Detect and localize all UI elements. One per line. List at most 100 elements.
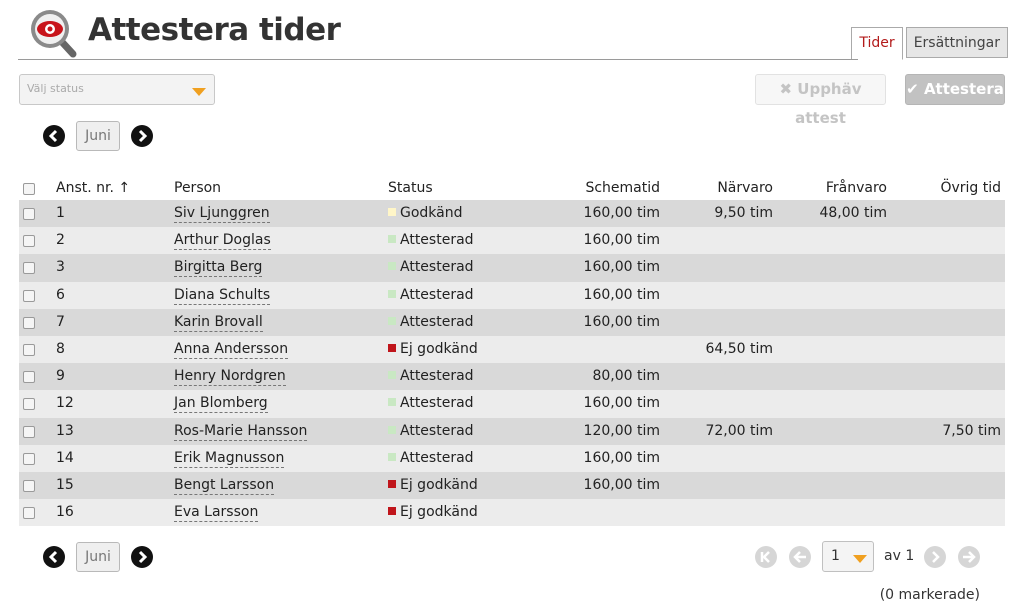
- last-page-button[interactable]: [958, 546, 980, 568]
- page-count-text: av 1: [884, 548, 915, 564]
- table-row[interactable]: 6 Diana Schults Attesterad 160,00 tim: [19, 281, 1005, 309]
- employee-number: 15: [56, 476, 74, 493]
- status-cell: Attesterad: [388, 390, 474, 417]
- status-cell: Attesterad: [388, 418, 474, 445]
- column-header-other[interactable]: Övrig tid: [940, 176, 1001, 200]
- schedule-value: 120,00 tim: [583, 422, 660, 439]
- person-link[interactable]: Ros-Marie Hansson: [174, 422, 308, 441]
- column-header-absence[interactable]: Frånvaro: [826, 176, 887, 200]
- column-header-number[interactable]: Anst. nr. ↑: [56, 176, 130, 200]
- table-row[interactable]: 15 Bengt Larsson Ej godkänd 160,00 tim: [19, 471, 1005, 500]
- status-text: Attesterad: [400, 395, 474, 412]
- schedule-value: 160,00 tim: [583, 286, 660, 303]
- close-icon: ✖: [779, 80, 793, 98]
- row-checkbox[interactable]: [23, 262, 35, 275]
- status-cell: Attesterad: [388, 309, 474, 336]
- person-link[interactable]: Eva Larsson: [174, 503, 259, 523]
- next-page-button[interactable]: [924, 546, 946, 568]
- row-checkbox[interactable]: [23, 235, 35, 248]
- row-checkbox[interactable]: [23, 507, 35, 520]
- next-month-button-bottom[interactable]: [131, 546, 153, 568]
- table-row[interactable]: 9 Henry Nordgren Attesterad 80,00 tim: [19, 363, 1005, 391]
- column-header-person[interactable]: Person: [174, 176, 221, 200]
- person-link[interactable]: Henry Nordgren: [174, 367, 286, 387]
- status-indicator-icon: [388, 235, 396, 244]
- unattest-button[interactable]: ✖ Upphäv attest: [755, 74, 886, 127]
- person-link[interactable]: Karin Brovall: [174, 313, 263, 332]
- row-checkbox[interactable]: [23, 398, 35, 411]
- check-icon: ✔: [906, 80, 919, 98]
- attest-button-label: Attestera: [923, 80, 1004, 98]
- chevron-left-icon: [48, 550, 58, 564]
- status-cell: Ej godkänd: [388, 336, 478, 363]
- prev-month-button-bottom[interactable]: [43, 546, 65, 568]
- first-page-button[interactable]: [755, 546, 777, 568]
- column-header-schedule[interactable]: Schematid: [585, 176, 660, 200]
- attest-button[interactable]: ✔ Attestera: [905, 74, 1005, 105]
- arrow-left-icon: [793, 551, 806, 563]
- table-row[interactable]: 8 Anna Andersson Ej godkänd 64,50 tim: [19, 335, 1005, 364]
- chevron-down-icon: [853, 555, 867, 563]
- status-text: Attesterad: [400, 449, 474, 466]
- schedule-value: 160,00 tim: [583, 232, 660, 249]
- row-checkbox[interactable]: [23, 479, 35, 492]
- row-checkbox[interactable]: [23, 425, 35, 438]
- presence-value: 64,50 tim: [705, 340, 773, 357]
- tab-tider[interactable]: Tider: [851, 27, 903, 60]
- person-link[interactable]: Anna Andersson: [174, 340, 289, 359]
- status-text: Attesterad: [400, 313, 474, 330]
- page-select[interactable]: 1: [822, 541, 874, 572]
- column-header-status[interactable]: Status: [388, 176, 433, 200]
- status-indicator-icon: [388, 316, 396, 325]
- tab-ersattningar[interactable]: Ersättningar: [905, 27, 1008, 58]
- person-link[interactable]: Jan Blomberg: [174, 394, 268, 414]
- table-row[interactable]: 2 Arthur Doglas Attesterad 160,00 tim: [19, 227, 1005, 255]
- column-header-presence[interactable]: Närvaro: [717, 176, 773, 200]
- prev-page-button[interactable]: [789, 546, 811, 568]
- row-checkbox[interactable]: [23, 208, 35, 220]
- schedule-value: 160,00 tim: [583, 313, 660, 330]
- status-cell: Attesterad: [388, 282, 474, 309]
- table-row[interactable]: 3 Birgitta Berg Attesterad 160,00 tim: [19, 254, 1005, 282]
- person-link[interactable]: Bengt Larsson: [174, 476, 275, 495]
- month-button[interactable]: Juni: [76, 121, 120, 151]
- header-divider: [18, 59, 858, 60]
- status-cell: Attesterad: [388, 445, 474, 472]
- person-link[interactable]: Arthur Doglas: [174, 231, 271, 251]
- person-link[interactable]: Birgitta Berg: [174, 258, 263, 278]
- person-link[interactable]: Diana Schults: [174, 286, 271, 305]
- status-cell: Attesterad: [388, 363, 474, 390]
- month-button-bottom[interactable]: Juni: [76, 542, 120, 572]
- employee-number: 6: [56, 286, 65, 303]
- prev-month-button[interactable]: [43, 125, 65, 147]
- table-row[interactable]: 13 Ros-Marie Hansson Attesterad 120,00 tim 7…: [19, 417, 1005, 445]
- status-cell: Godkänd: [388, 200, 463, 227]
- status-text: Ej godkänd: [400, 476, 478, 493]
- employee-number: 9: [56, 368, 65, 385]
- select-all-checkbox[interactable]: [23, 183, 35, 195]
- page-title: Attestera tider: [88, 12, 341, 48]
- row-checkbox[interactable]: [23, 452, 35, 465]
- table-row[interactable]: 16 Eva Larsson Ej godkänd: [19, 499, 1005, 527]
- row-checkbox[interactable]: [23, 289, 35, 302]
- other-time-value: 7,50 tim: [942, 422, 1001, 439]
- person-link[interactable]: Erik Magnusson: [174, 449, 285, 468]
- row-checkbox[interactable]: [23, 343, 35, 356]
- employee-number: 3: [56, 259, 65, 276]
- row-checkbox[interactable]: [23, 371, 35, 384]
- next-month-button[interactable]: [131, 125, 153, 147]
- chevron-down-icon: [192, 88, 206, 96]
- chevron-left-icon: [48, 129, 58, 143]
- status-indicator-icon: [388, 398, 396, 407]
- table-row[interactable]: 12 Jan Blomberg Attesterad 160,00 tim: [19, 390, 1005, 418]
- table-row[interactable]: 14 Erik Magnusson Attesterad 160,00 tim: [19, 444, 1005, 472]
- person-link[interactable]: Siv Ljunggren: [174, 204, 270, 223]
- status-select[interactable]: Välj status: [19, 74, 215, 105]
- table-row[interactable]: 7 Karin Brovall Attesterad 160,00 tim: [19, 308, 1005, 336]
- status-cell: Ej godkänd: [388, 499, 478, 526]
- schedule-value: 80,00 tim: [592, 368, 660, 385]
- row-checkbox[interactable]: [23, 316, 35, 329]
- schedule-value: 160,00 tim: [583, 395, 660, 412]
- table-row[interactable]: 1 Siv Ljunggren Godkänd 160,00 tim 9,50 tim 4…: [19, 200, 1005, 228]
- employee-number: 12: [56, 395, 74, 412]
